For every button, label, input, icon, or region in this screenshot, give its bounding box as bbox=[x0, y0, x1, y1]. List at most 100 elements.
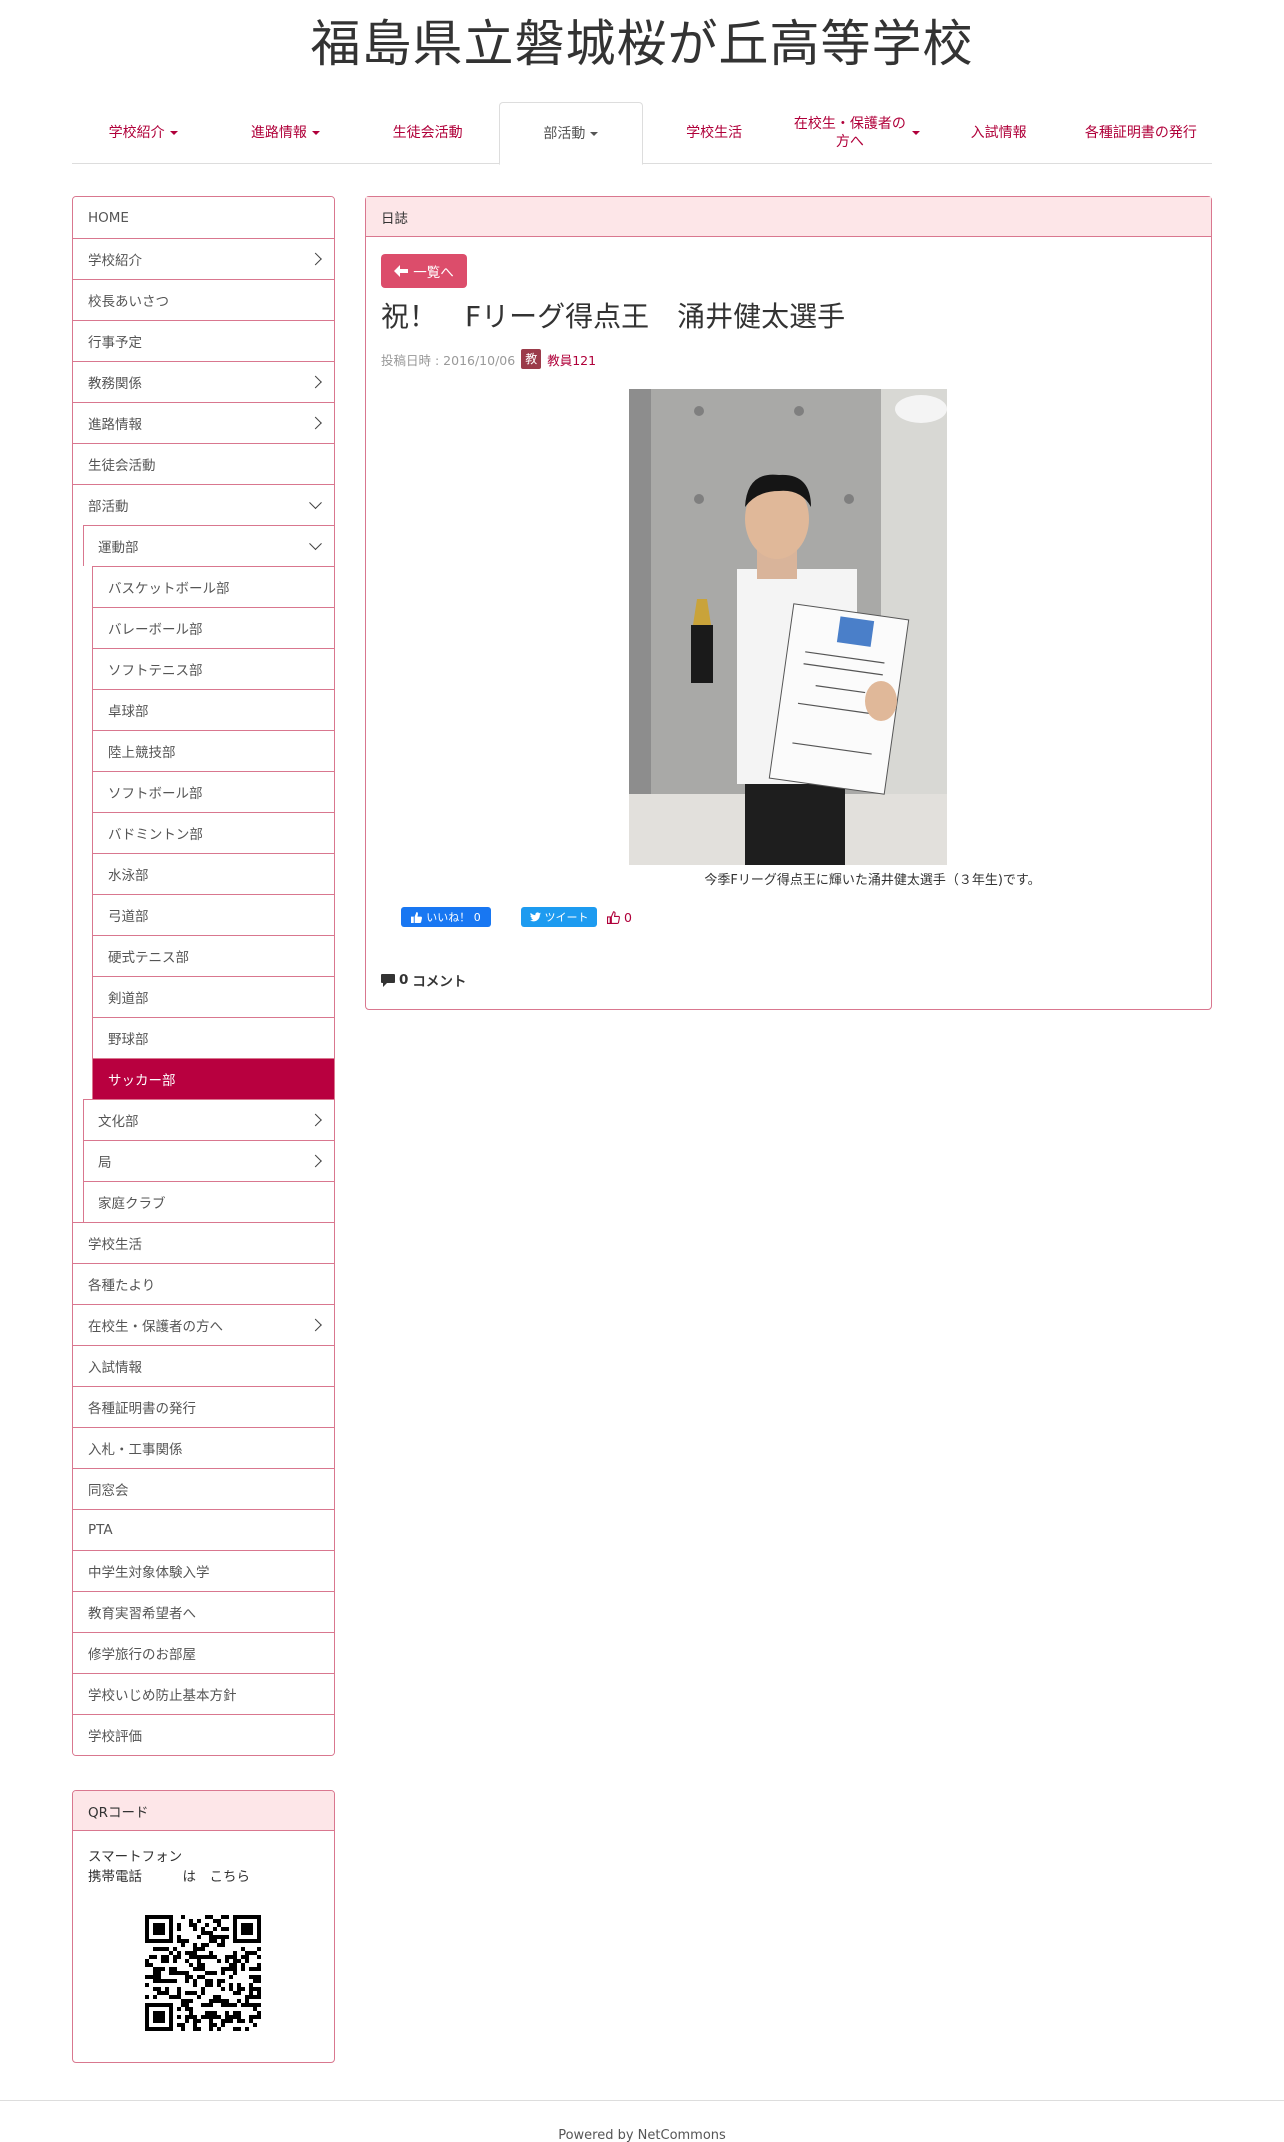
chevron-down-icon bbox=[309, 537, 322, 551]
author-avatar[interactable]: 教 bbox=[521, 349, 542, 369]
comments-count: 0 bbox=[399, 972, 409, 988]
sidebar-item[interactable]: 弓道部 bbox=[92, 894, 334, 935]
qr-code-image bbox=[145, 1915, 261, 2031]
sidebar-item[interactable]: HOME bbox=[73, 197, 334, 238]
sidebar-item[interactable]: 部活動 bbox=[73, 484, 334, 525]
topnav-item-label: 生徒会活動 bbox=[392, 124, 463, 141]
sidebar-item-label: 運動部 bbox=[98, 540, 139, 556]
sidebar-item[interactable]: 文化部 bbox=[83, 1099, 334, 1140]
sidebar-item[interactable]: サッカー部 bbox=[92, 1058, 334, 1099]
topnav-item-7[interactable]: 各種証明書の発行 bbox=[1070, 102, 1212, 163]
social-share-bar: いいね！ 0 ツイート 0 bbox=[401, 907, 632, 927]
facebook-like-button[interactable]: いいね！ 0 bbox=[401, 907, 491, 927]
sidebar-item[interactable]: ソフトボール部 bbox=[92, 771, 334, 812]
caret-down-icon bbox=[590, 131, 599, 136]
sidebar-item-label: 教育実習希望者へ bbox=[88, 1606, 196, 1622]
top-navigation: 学校紹介 進路情報 生徒会活動 部活動 学校生活 在校生・保護者の方へ 入試情報 各種証明書の… bbox=[72, 102, 1212, 165]
sidebar-item-label: 生徒会活動 bbox=[88, 458, 156, 474]
topnav-item-label: 部活動 bbox=[543, 125, 586, 142]
sidebar-item-label: バドミントン部 bbox=[108, 827, 203, 843]
sidebar-item-label: 局 bbox=[98, 1155, 112, 1171]
sidebar-item[interactable]: 学校紹介 bbox=[73, 238, 334, 279]
topnav-item-0[interactable]: 学校紹介 bbox=[72, 102, 214, 163]
sidebar-item[interactable]: バドミントン部 bbox=[92, 812, 334, 853]
sidebar-item[interactable]: 教務関係 bbox=[73, 361, 334, 402]
sidebar-item[interactable]: 家庭クラブ bbox=[83, 1181, 334, 1222]
thumbs-up-outline-icon bbox=[607, 910, 620, 924]
sidebar-item[interactable]: 学校生活 bbox=[73, 1222, 334, 1263]
topnav-item-label: 学校紹介 bbox=[108, 124, 165, 141]
chevron-right-icon bbox=[309, 1154, 322, 1168]
back-to-list-button[interactable]: 一覧へ bbox=[381, 254, 467, 288]
sidebar-item-label: バスケットボール部 bbox=[108, 581, 230, 597]
sidebar-item[interactable]: 学校評価 bbox=[73, 1714, 334, 1755]
sidebar-item-label: バレーボール部 bbox=[108, 622, 203, 638]
sidebar-item-label: ソフトボール部 bbox=[108, 786, 203, 802]
sidebar-item[interactable]: 各種証明書の発行 bbox=[73, 1386, 334, 1427]
sidebar-item[interactable]: 陸上競技部 bbox=[92, 730, 334, 771]
topnav-item-5[interactable]: 在校生・保護者の方へ bbox=[785, 102, 927, 163]
qr-panel-text: スマートフォン 携帯電話 は こちら bbox=[73, 1831, 334, 1887]
tweet-label: ツイート bbox=[544, 911, 589, 924]
sidebar-item[interactable]: 同窓会 bbox=[73, 1468, 334, 1509]
sidebar-item[interactable]: バスケットボール部 bbox=[92, 566, 334, 607]
footer-powered-by[interactable]: Powered by NetCommons bbox=[0, 2128, 1284, 2142]
journal-panel-heading: 日誌 bbox=[366, 197, 1211, 237]
sidebar-item[interactable]: 校長あいさつ bbox=[73, 279, 334, 320]
post-author-link[interactable]: 教員121 bbox=[547, 350, 596, 369]
qr-code-panel: QRコード スマートフォン 携帯電話 は こちら bbox=[72, 1790, 335, 2063]
sidebar-item[interactable]: 中学生対象体験入学 bbox=[73, 1550, 334, 1591]
sidebar-item[interactable]: 卓球部 bbox=[92, 689, 334, 730]
thumbs-up-icon bbox=[411, 911, 423, 923]
site-title[interactable]: 福島県立磐城桜が丘高等学校 bbox=[0, 14, 1284, 74]
chevron-right-icon bbox=[309, 1113, 322, 1127]
topnav-item-4[interactable]: 学校生活 bbox=[643, 102, 785, 163]
sidebar-item[interactable]: 在校生・保護者の方へ bbox=[73, 1304, 334, 1345]
topnav-item-label: 各種証明書の発行 bbox=[1084, 124, 1197, 141]
comments-link[interactable]: 0 コメント bbox=[381, 970, 466, 990]
topnav-item-3[interactable]: 部活動 bbox=[498, 102, 643, 165]
sidebar-item[interactable]: 学校いじめ防止基本方針 bbox=[73, 1673, 334, 1714]
sidebar-item[interactable]: 剣道部 bbox=[92, 976, 334, 1017]
topnav-item-6[interactable]: 入試情報 bbox=[928, 102, 1070, 163]
sidebar-item[interactable]: PTA bbox=[73, 1509, 334, 1550]
chevron-right-icon bbox=[309, 416, 322, 430]
sidebar-item[interactable]: 進路情報 bbox=[73, 402, 334, 443]
chevron-right-icon bbox=[309, 252, 322, 266]
like-button[interactable]: 0 bbox=[607, 910, 632, 925]
sidebar-item-label: 入札・工事関係 bbox=[88, 1442, 183, 1458]
award-photo-image bbox=[629, 389, 947, 865]
sidebar-item[interactable]: ソフトテニス部 bbox=[92, 648, 334, 689]
sidebar-item-label: 家庭クラブ bbox=[98, 1196, 166, 1212]
sidebar-item[interactable]: 行事予定 bbox=[73, 320, 334, 361]
sidebar-item-label: 入試情報 bbox=[88, 1360, 142, 1376]
sidebar-item[interactable]: 修学旅行のお部屋 bbox=[73, 1632, 334, 1673]
sidebar-item-label: 同窓会 bbox=[88, 1483, 129, 1499]
sidebar-item[interactable]: 各種たより bbox=[73, 1263, 334, 1304]
sidebar-item[interactable]: 入試情報 bbox=[73, 1345, 334, 1386]
sidebar-item-label: 弓道部 bbox=[108, 909, 149, 925]
sidebar-item-label: 修学旅行のお部屋 bbox=[88, 1647, 196, 1663]
sidebar-item-label: 部活動 bbox=[88, 499, 129, 515]
sidebar-item-label: 校長あいさつ bbox=[88, 294, 169, 310]
sidebar-item[interactable]: 水泳部 bbox=[92, 853, 334, 894]
sidebar-item[interactable]: 教育実習希望者へ bbox=[73, 1591, 334, 1632]
sidebar-item-label: 卓球部 bbox=[108, 704, 149, 720]
sidebar-item[interactable]: 野球部 bbox=[92, 1017, 334, 1058]
sidebar-item[interactable]: バレーボール部 bbox=[92, 607, 334, 648]
sidebar-item[interactable]: 運動部 bbox=[83, 525, 334, 566]
caret-down-icon bbox=[311, 130, 320, 135]
sidebar-item-label: 文化部 bbox=[98, 1114, 139, 1130]
sidebar-item-label: 行事予定 bbox=[88, 335, 142, 351]
topnav-item-2[interactable]: 生徒会活動 bbox=[357, 102, 499, 163]
sidebar-item[interactable]: 入札・工事関係 bbox=[73, 1427, 334, 1468]
topnav-item-1[interactable]: 進路情報 bbox=[214, 102, 356, 163]
tweet-button[interactable]: ツイート bbox=[521, 907, 597, 927]
arrow-left-icon bbox=[394, 265, 409, 277]
comment-icon bbox=[381, 973, 395, 987]
sidebar-item[interactable]: 生徒会活動 bbox=[73, 443, 334, 484]
sidebar-item[interactable]: 硬式テニス部 bbox=[92, 935, 334, 976]
sidebar-item-label: 中学生対象体験入学 bbox=[88, 1565, 210, 1581]
sidebar-item[interactable]: 局 bbox=[83, 1140, 334, 1181]
back-to-list-label: 一覧へ bbox=[413, 265, 454, 281]
